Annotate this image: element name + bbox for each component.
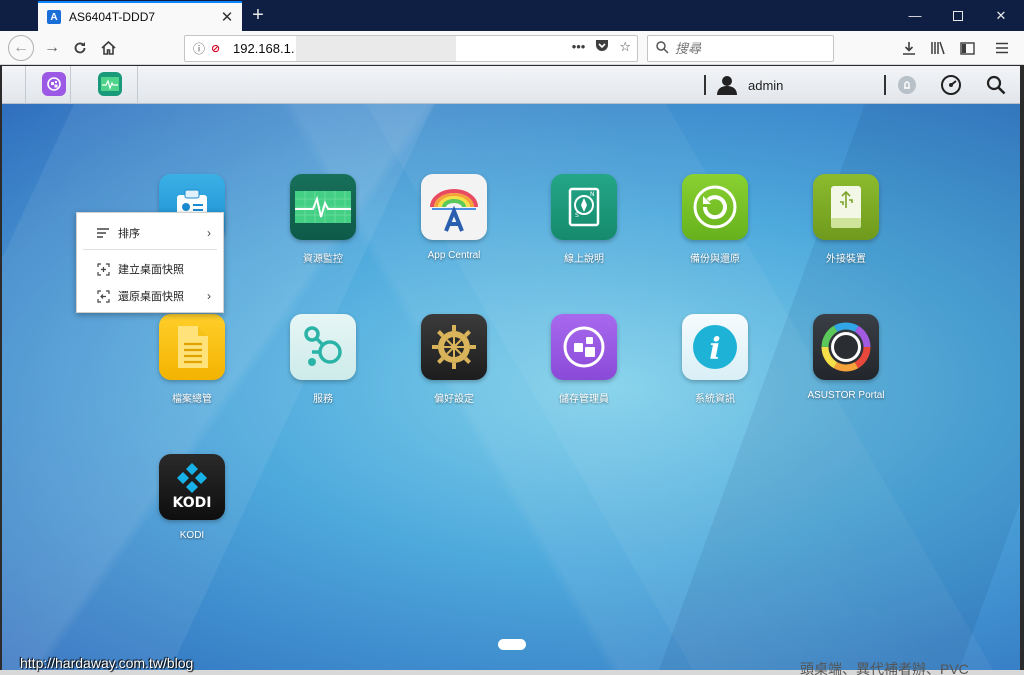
app-label: 檔案總管	[172, 394, 212, 405]
url-text[interactable]: 192.168.1.	[233, 41, 294, 56]
background-page-text: 頭桌端、異代補者辦、PVC	[800, 661, 969, 675]
insecure-lock-icon[interactable]: ⊘	[211, 42, 227, 55]
desktop-app-app-central[interactable]: App Central	[389, 174, 519, 261]
online-help-icon: NS	[551, 174, 617, 240]
tab-title: AS6404T-DDD7	[69, 10, 156, 24]
app-label: 外接裝置	[826, 254, 866, 265]
sidebar-icon[interactable]	[955, 36, 979, 60]
app-label: 服務	[313, 394, 333, 405]
maximize-window-icon[interactable]	[936, 0, 980, 31]
app-central-icon	[421, 174, 487, 240]
browser-navbar: ← → ⓘ ⊘ 192.168.1. ••• ☆	[0, 31, 1024, 65]
context-menu-restore-snapshot[interactable]: 還原桌面快照 ›	[77, 283, 223, 309]
system-info-icon: i	[682, 314, 748, 380]
download-icon[interactable]	[897, 36, 921, 60]
username: admin	[748, 77, 784, 93]
context-menu-label: 建立桌面快照	[118, 264, 184, 276]
context-menu-divider	[83, 249, 217, 250]
backup-restore-icon	[682, 174, 748, 240]
app-label: 系統資訊	[695, 394, 735, 405]
app-label: App Central	[427, 250, 481, 261]
back-icon[interactable]: ←	[8, 35, 34, 61]
desktop-app-online-help[interactable]: NS 線上說明	[519, 174, 649, 265]
storage-manager-icon	[551, 314, 617, 380]
desktop-app-kodi[interactable]: KODI KODI	[127, 454, 257, 541]
close-tab-icon[interactable]: ✕	[216, 6, 238, 28]
pocket-icon[interactable]	[595, 39, 609, 55]
chevron-right-icon: ›	[207, 289, 211, 303]
svg-text:i: i	[709, 332, 720, 367]
watermark-text: http://hardaway.com.tw/blog	[20, 655, 194, 671]
external-devices-icon	[813, 174, 879, 240]
kodi-logo-text: KODI	[172, 495, 212, 511]
notification-icon[interactable]	[895, 73, 919, 97]
home-icon[interactable]	[96, 36, 120, 60]
user-menu[interactable]: admin	[704, 66, 783, 104]
context-menu-label: 排序	[118, 228, 140, 240]
context-menu-label: 還原桌面快照	[118, 291, 184, 303]
close-window-icon[interactable]: ✕	[979, 0, 1023, 31]
desktop-app-external-devices[interactable]: 外接裝置	[781, 174, 911, 265]
app-label: 偏好設定	[434, 394, 474, 405]
kodi-icon: KODI	[159, 454, 225, 520]
desktop-app-backup-restore[interactable]: 備份與還原	[650, 174, 780, 265]
search-icon	[656, 40, 669, 57]
search-input[interactable]	[675, 41, 825, 56]
url-redaction	[296, 36, 457, 61]
hamburger-menu-icon[interactable]	[990, 36, 1014, 60]
app-label: 線上說明	[564, 254, 604, 265]
search-icon[interactable]	[984, 73, 1008, 97]
desktop-page-indicator[interactable]	[498, 639, 526, 650]
desktop-app-system-information[interactable]: i 系統資訊	[650, 314, 780, 405]
library-icon[interactable]	[926, 36, 950, 60]
app-label: ASUSTOR Portal	[807, 390, 885, 401]
minimize-window-icon[interactable]: —	[893, 0, 937, 31]
adm-desktop[interactable]: 資源監控 App Central NS 線上說明 備份與還原 外接裝置 檔案總管…	[2, 104, 1020, 670]
new-tab-icon[interactable]: +	[246, 4, 270, 28]
asustor-portal-icon	[813, 314, 879, 380]
bookmark-star-icon[interactable]: ☆	[619, 39, 631, 55]
page-actions-icon[interactable]: •••	[572, 39, 586, 55]
search-bar[interactable]	[647, 35, 834, 62]
svg-text:N: N	[590, 191, 595, 198]
app-label: 備份與還原	[690, 254, 740, 265]
create-snapshot-icon	[96, 262, 110, 276]
forward-icon[interactable]: →	[40, 36, 64, 60]
context-menu-sort[interactable]: 排序 ›	[77, 220, 223, 246]
app-label: 資源監控	[303, 254, 343, 265]
desktop-app-asustor-portal[interactable]: ASUSTOR Portal	[781, 314, 911, 401]
services-icon	[290, 314, 356, 380]
dashboard-gauge-icon[interactable]	[939, 73, 963, 97]
sort-icon	[96, 226, 110, 240]
svg-text:S: S	[575, 212, 579, 219]
asustor-favicon-icon: A	[47, 10, 61, 24]
browser-tab[interactable]: A AS6404T-DDD7 ✕	[38, 1, 242, 31]
desktop-app-storage-manager[interactable]: 儲存管理員	[519, 314, 649, 405]
chevron-right-icon: ›	[207, 226, 211, 240]
preferences-gear-icon	[421, 314, 487, 380]
context-menu-create-snapshot[interactable]: 建立桌面快照	[77, 256, 223, 282]
desktop-app-activity-monitor[interactable]: 資源監控	[258, 174, 388, 265]
desktop-context-menu: 排序 › 建立桌面快照 還原桌面快照 ›	[76, 212, 224, 313]
app-label: KODI	[179, 530, 205, 541]
browser-titlebar: A AS6404T-DDD7 ✕ + — ✕	[0, 0, 1024, 31]
app-label: 儲存管理員	[559, 394, 609, 405]
file-explorer-icon	[159, 314, 225, 380]
activity-monitor-taskbar-icon[interactable]	[98, 72, 122, 96]
restore-snapshot-icon	[96, 289, 110, 303]
desktop-app-file-explorer[interactable]: 檔案總管	[127, 314, 257, 405]
storage-manager-taskbar-icon[interactable]	[42, 72, 66, 96]
adm-taskbar: admin	[2, 66, 1020, 104]
info-icon[interactable]: ⓘ	[193, 40, 211, 57]
desktop-app-services[interactable]: 服務	[258, 314, 388, 405]
activity-monitor-icon	[290, 174, 356, 240]
user-avatar-icon	[717, 76, 737, 95]
url-bar[interactable]: ⓘ ⊘ 192.168.1. ••• ☆	[184, 35, 638, 62]
desktop-app-preferences[interactable]: 偏好設定	[389, 314, 519, 405]
reload-icon[interactable]	[68, 36, 92, 60]
